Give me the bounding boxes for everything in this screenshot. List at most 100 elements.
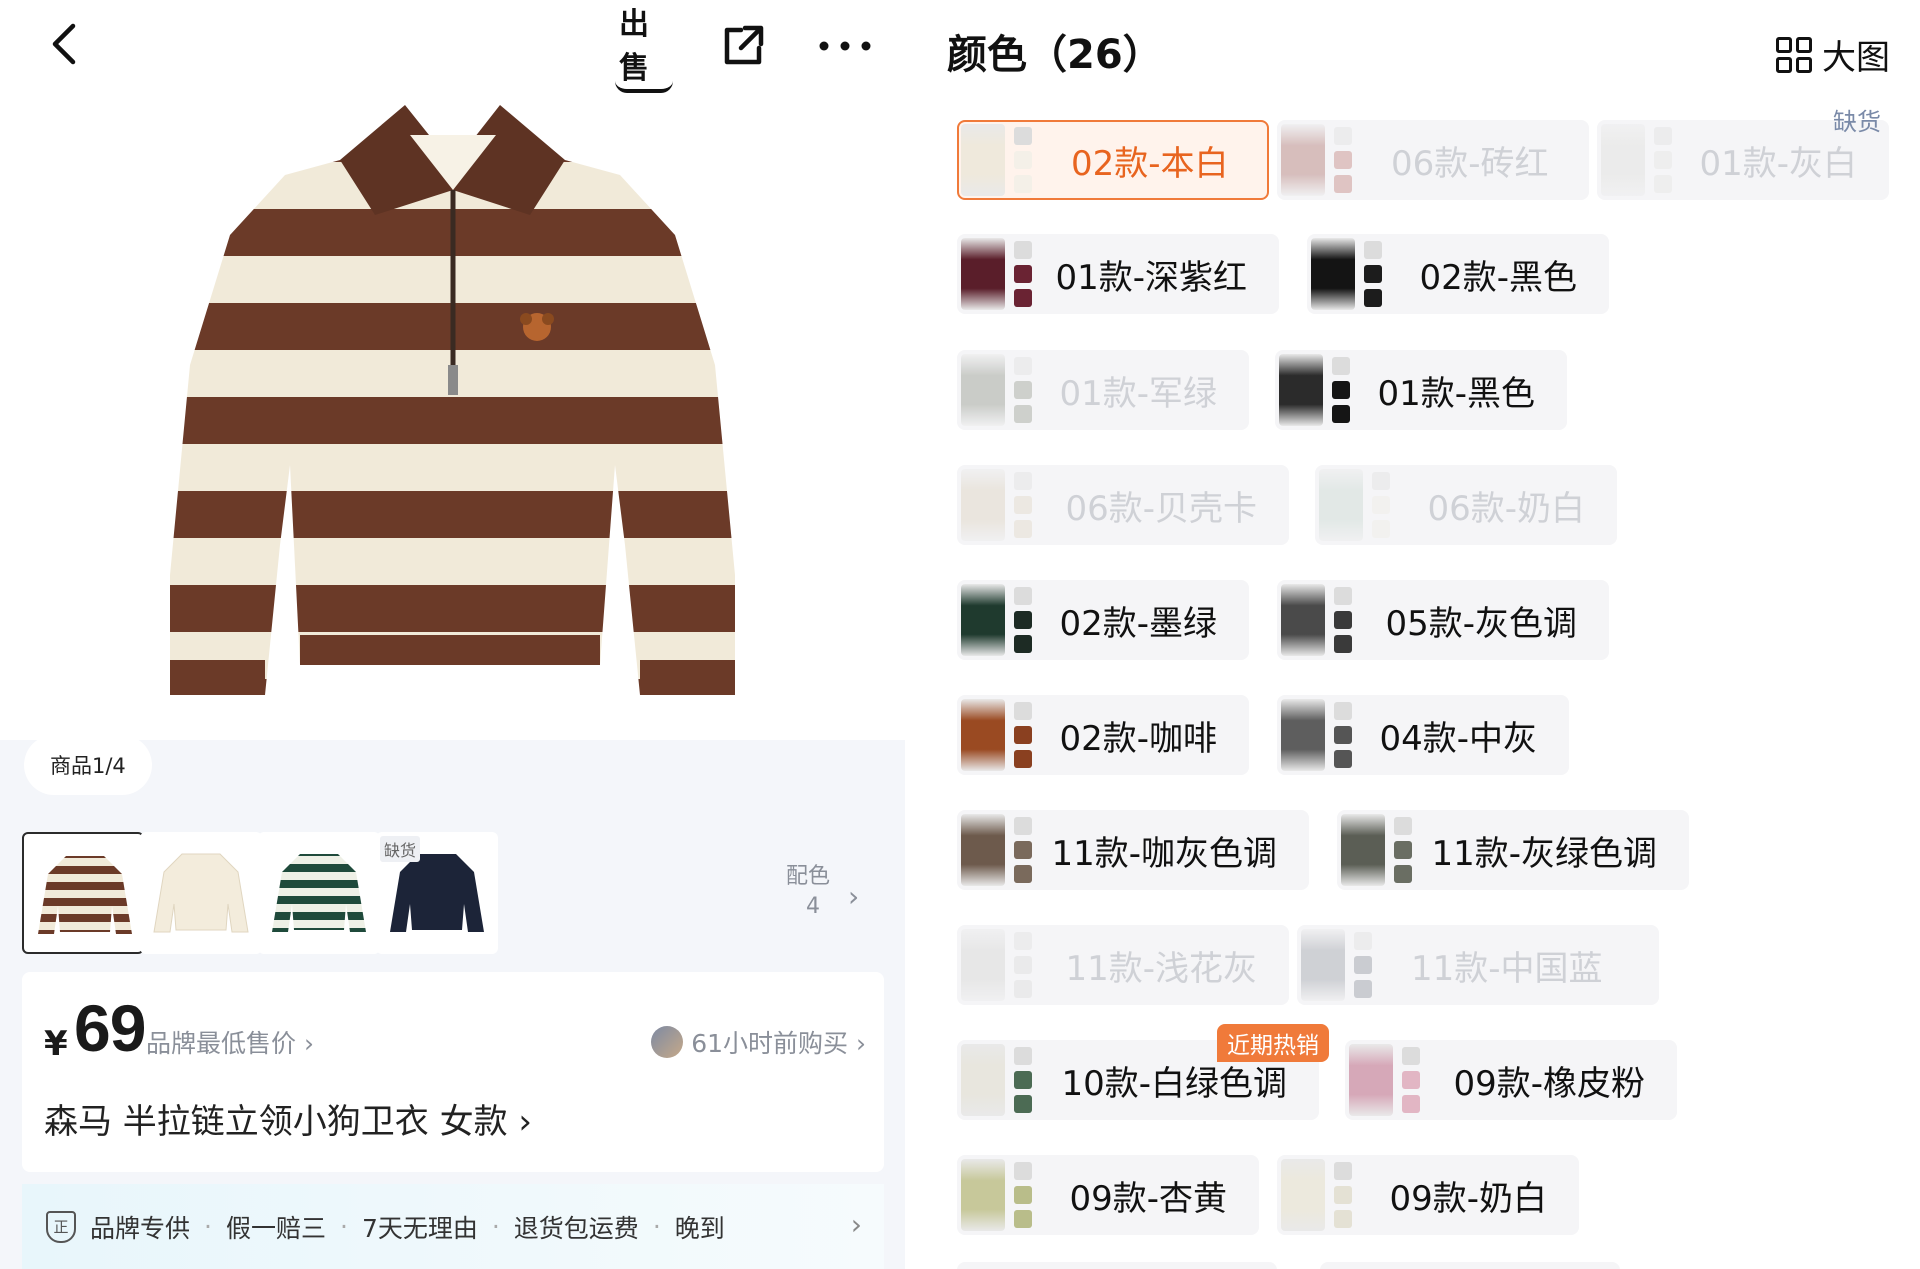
- color-chip-thumbnail: [1281, 697, 1379, 773]
- color-chip[interactable]: 04款-中灰: [1277, 695, 1569, 775]
- guarantee-bar[interactable]: 正 品牌专供 · 假一赔三 · 7天无理由 · 退货包运费 · 晚到 ›: [22, 1184, 884, 1269]
- color-chip-label: 10款-白绿色调: [1061, 1063, 1287, 1104]
- color-chip-label: 06款-砖红: [1391, 143, 1549, 184]
- color-chip[interactable]: 02款-黑色: [1307, 234, 1609, 314]
- thumbnail-brown-stripe[interactable]: [22, 832, 144, 954]
- color-chip[interactable]: 11款-咖灰色调: [957, 810, 1309, 890]
- color-chip[interactable]: 09款-杏黄: [957, 1155, 1259, 1235]
- color-chip-thumbnail: [961, 697, 1059, 773]
- color-chip[interactable]: 02款-咖啡: [957, 695, 1249, 775]
- thumbnail-green-stripe[interactable]: [258, 832, 380, 954]
- price-value: 69: [74, 991, 146, 1065]
- big-view-label: 大图: [1822, 38, 1890, 78]
- color-chip-thumbnail: [961, 122, 1071, 198]
- color-chip[interactable]: 11款-浅花灰: [957, 925, 1289, 1005]
- color-chip[interactable]: 06款-贝壳卡: [957, 465, 1289, 545]
- product-title[interactable]: 森马 半拉链立领小狗卫衣 女款 ›: [44, 1094, 532, 1143]
- list-item: [957, 1262, 1277, 1269]
- color-section-title: 颜色（26）: [947, 32, 1163, 78]
- color-chip[interactable]: 10款-白绿色调 近期热销: [957, 1024, 1329, 1120]
- model-photo: [961, 124, 1005, 196]
- color-chip-thumbnail: [961, 352, 1059, 428]
- model-photo: [961, 1044, 1005, 1116]
- model-photo: [1281, 124, 1325, 196]
- sell-label: 出售: [615, 0, 673, 93]
- color-chip-label: 01款-灰白: [1699, 143, 1857, 184]
- garment-photos: [1327, 354, 1355, 426]
- color-chip[interactable]: 01款-黑色: [1275, 350, 1567, 430]
- garment-photos: [1009, 1044, 1037, 1116]
- guarantee-item: 晚到: [674, 1213, 725, 1243]
- color-selector-panel: 颜色（26） 大图 02款-本白 06款-砖红 01款-灰白 缺货 01款-深紫红 02款…: [905, 0, 1920, 1269]
- sell-button[interactable]: 出售: [615, 7, 673, 93]
- model-photo: [961, 354, 1005, 426]
- recent-purchase-link[interactable]: 61小时前购买 ›: [651, 1024, 866, 1060]
- garment-photos: [1329, 584, 1357, 656]
- thumbnail-navy[interactable]: 缺货: [376, 832, 498, 954]
- color-chip-thumbnail: [1349, 1042, 1453, 1118]
- thumbnail-cream[interactable]: [140, 832, 262, 954]
- color-chip-label: 01款-深紫红: [1055, 257, 1247, 298]
- price-card: ¥ 69 品牌最低售价 › 61小时前购买 › 森马 半拉链立领小狗卫衣 女款 …: [22, 972, 884, 1172]
- more-button[interactable]: [815, 22, 875, 70]
- grid-icon: [1776, 36, 1812, 73]
- color-chip-label: 01款-黑色: [1377, 373, 1535, 414]
- separator-dot: ·: [491, 1212, 500, 1241]
- color-chip[interactable]: 09款-奶白: [1277, 1155, 1579, 1235]
- color-chip[interactable]: 01款-军绿: [957, 350, 1249, 430]
- thumbnail-image: [153, 853, 249, 933]
- model-photo: [961, 238, 1005, 310]
- garment-photos: [1009, 584, 1037, 656]
- color-chip-thumbnail: [961, 927, 1065, 1003]
- color-chip-label: 02款-咖啡: [1059, 718, 1217, 759]
- color-chip[interactable]: 11款-中国蓝: [1297, 925, 1659, 1005]
- model-photo: [1281, 699, 1325, 771]
- color-chip-label: 02款-墨绿: [1059, 603, 1217, 644]
- color-chip-thumbnail: [961, 1042, 1061, 1118]
- chevron-right-icon: ›: [848, 880, 860, 913]
- color-chip[interactable]: 06款-砖红: [1277, 120, 1589, 200]
- garment-photos: [1009, 469, 1037, 541]
- list-item: [1320, 1262, 1620, 1269]
- garment-photos: [1397, 1044, 1425, 1116]
- colorways-count: 4: [806, 894, 820, 919]
- color-chip[interactable]: 01款-深紫红: [957, 234, 1279, 314]
- lowest-price-link[interactable]: 品牌最低售价 ›: [146, 1024, 314, 1060]
- model-photo: [1341, 814, 1385, 886]
- color-chip-label: 11款-中国蓝: [1411, 948, 1603, 989]
- garment-photos: [1349, 929, 1377, 1001]
- color-chip[interactable]: 01款-灰白 缺货: [1597, 108, 1889, 200]
- color-chip[interactable]: 02款-墨绿: [957, 580, 1249, 660]
- big-view-button[interactable]: 大图: [1776, 30, 1890, 79]
- separator-dot: ·: [339, 1212, 348, 1241]
- back-button[interactable]: [40, 20, 88, 68]
- color-chip[interactable]: 09款-橡皮粉: [1345, 1040, 1677, 1120]
- separator-dot: ·: [204, 1212, 212, 1241]
- separator-dot: ·: [652, 1212, 661, 1241]
- guarantee-item: 退货包运费: [513, 1213, 639, 1243]
- color-chip-label: 06款-贝壳卡: [1065, 488, 1257, 529]
- color-chip[interactable]: 05款-灰色调: [1277, 580, 1609, 660]
- color-chip[interactable]: 11款-灰绿色调: [1337, 810, 1689, 890]
- colorways-link[interactable]: 配色 4 ›: [780, 858, 880, 928]
- color-chip-thumbnail: [1281, 122, 1391, 198]
- color-chip[interactable]: 06款-奶白: [1315, 465, 1617, 545]
- guarantee-item: 假一赔三: [225, 1213, 326, 1243]
- color-chip-label: 02款-黑色: [1419, 257, 1577, 298]
- out-of-stock-badge: 缺货: [380, 836, 421, 862]
- chevron-left-icon: [52, 23, 76, 65]
- color-chip-label: 09款-杏黄: [1069, 1178, 1227, 1219]
- color-chip-label: 11款-咖灰色调: [1051, 833, 1277, 874]
- model-photo: [961, 814, 1005, 886]
- garment-photos: [1329, 124, 1357, 196]
- product-image[interactable]: [170, 105, 740, 725]
- recent-purchase-text: 61小时前购买 ›: [691, 1029, 866, 1058]
- color-chip-thumbnail: [1301, 927, 1411, 1003]
- model-photo: [1601, 124, 1645, 196]
- product-panel: 出售 商品1/4 缺货 配色 4 › ¥ 69 品牌最低售价 › 61小时前购买…: [0, 0, 905, 1269]
- color-chip-thumbnail: [1281, 582, 1385, 658]
- color-chip-thumbnail: [1319, 467, 1427, 543]
- color-chip[interactable]: 02款-本白: [957, 120, 1269, 200]
- share-button[interactable]: [715, 18, 771, 74]
- garment-photos: [1649, 124, 1677, 196]
